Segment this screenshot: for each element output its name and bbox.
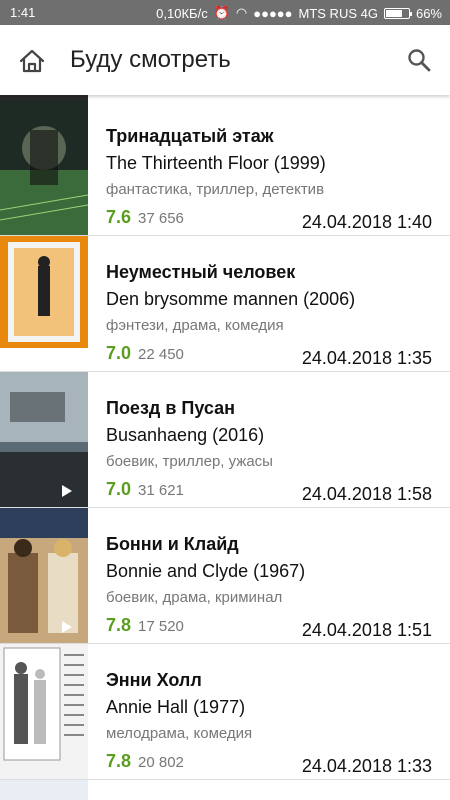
page-title: Буду смотреть (70, 46, 231, 73)
movie-genres: фэнтези, драма, комедия (106, 317, 284, 334)
movie-poster (0, 236, 88, 371)
movie-title-original: Annie Hall (1977) (106, 697, 246, 717)
play-icon[interactable] (62, 485, 72, 497)
movie-item[interactable]: Энни Холл Annie Hall (1977) мелодрама, к… (0, 644, 450, 780)
home-icon[interactable] (18, 48, 46, 74)
movie-added-date: 24.04.2018 1:51 (301, 620, 432, 640)
movie-title-original: Den brysomme mannen (2006) (106, 289, 356, 309)
movie-title-ru: Тринадцатый этаж (106, 126, 274, 146)
signal-icon: ●●●●● (253, 5, 293, 21)
movie-poster (0, 372, 88, 507)
network-speed: 0,10КБ/с (156, 5, 208, 21)
movie-votes: 37 656 (138, 210, 184, 227)
movie-title-ru: Бонни и Клайд (106, 534, 239, 554)
movie-votes: 22 450 (138, 346, 184, 363)
movie-added-date: 24.04.2018 1:33 (301, 756, 432, 776)
movie-votes: 17 520 (138, 618, 184, 635)
movie-rating: 7.6 (106, 207, 132, 227)
movie-item[interactable]: Тринадцатый этаж The Thirteenth Floor (1… (0, 100, 450, 236)
movie-genres: мелодрама, комедия (106, 725, 253, 742)
battery-percent: 66% (415, 5, 442, 21)
status-time: 1:41 (10, 5, 36, 20)
search-icon[interactable] (406, 47, 432, 73)
movie-votes: 20 802 (138, 754, 184, 771)
movie-genres: фантастика, триллер, детектив (106, 181, 325, 198)
battery-icon (383, 7, 412, 19)
movie-title-original: Bonnie and Clyde (1967) (106, 561, 306, 581)
movie-rating: 7.8 (106, 751, 132, 771)
play-icon[interactable] (62, 621, 72, 633)
movie-item[interactable]: Неуместный человек Den brysomme mannen (… (0, 236, 450, 372)
status-right: 0,10КБ/с ⏰ ◠ ●●●●● MTS RUS 4G 66% (156, 5, 442, 21)
movie-list: Тринадцатый этаж The Thirteenth Floor (1… (0, 95, 450, 800)
movie-item[interactable]: Бонни и Клайд Bonnie and Clyde (1967) бо… (0, 508, 450, 644)
movie-votes: 31 621 (138, 482, 184, 499)
movie-rating: 7.0 (106, 343, 132, 363)
movie-title-ru: Поезд в Пусан (106, 398, 235, 418)
movie-rating: 7.0 (106, 479, 132, 499)
wifi-icon: ◠ (235, 5, 248, 20)
movie-added-date: 24.04.2018 1:58 (301, 484, 432, 504)
movie-poster (0, 100, 88, 235)
status-bar: 1:41 0,10КБ/с ⏰ ◠ ●●●●● MTS RUS 4G 66% (0, 0, 450, 25)
movie-poster (0, 508, 88, 643)
movie-poster (0, 644, 88, 779)
alarm-icon: ⏰ (213, 5, 230, 20)
next-item-sliver (0, 780, 450, 800)
app-bar: Буду смотреть (0, 25, 450, 95)
movie-genres: боевик, драма, криминал (106, 589, 283, 606)
movie-rating: 7.8 (106, 615, 132, 635)
movie-item[interactable]: Поезд в Пусан Busanhaeng (2016) боевик, … (0, 372, 450, 508)
movie-title-original: Busanhaeng (2016) (106, 425, 265, 445)
movie-added-date: 24.04.2018 1:40 (301, 212, 432, 232)
movie-title-ru: Неуместный человек (106, 262, 296, 282)
movie-title-ru: Энни Холл (106, 670, 202, 690)
movie-genres: боевик, триллер, ужасы (106, 453, 273, 470)
movie-title-original: The Thirteenth Floor (1999) (106, 153, 326, 173)
movie-added-date: 24.04.2018 1:35 (301, 348, 432, 368)
carrier: MTS RUS 4G (298, 5, 378, 21)
